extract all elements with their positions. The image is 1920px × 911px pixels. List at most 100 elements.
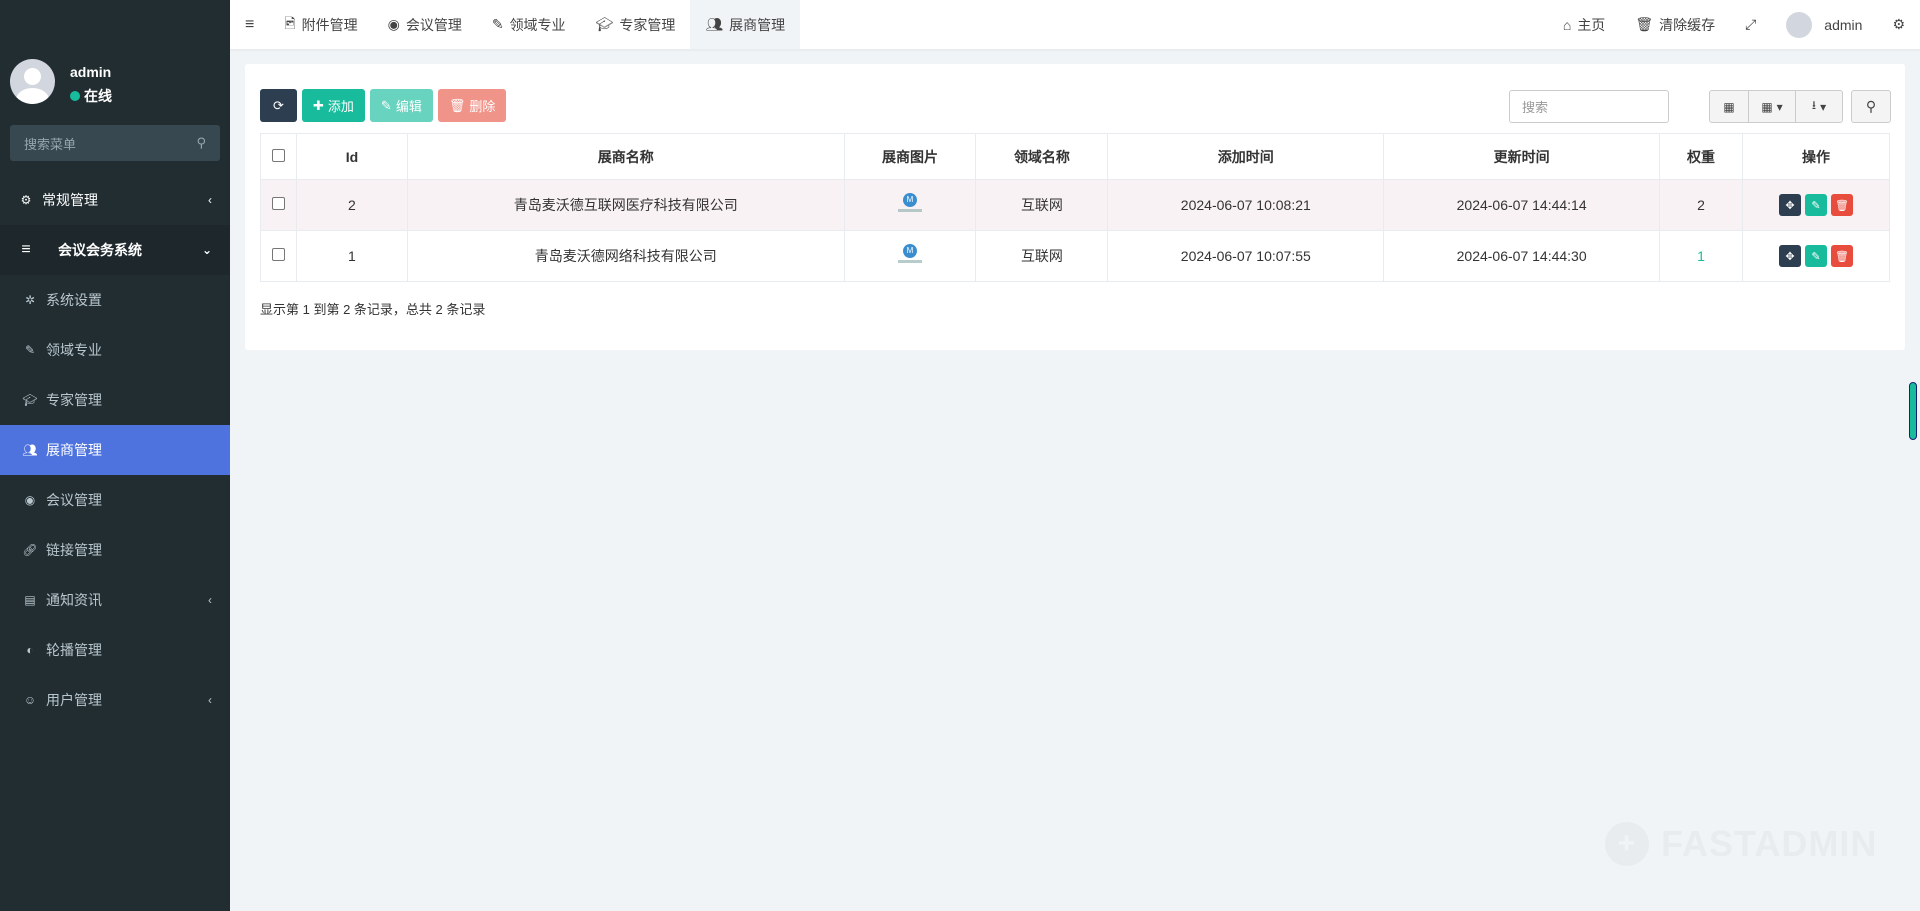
row-edit-button[interactable]: ✎ <box>1804 194 1827 216</box>
row-delete-button[interactable]: 🗑︎ <box>1830 194 1853 216</box>
exhibitor-logo-image[interactable]: M <box>897 242 923 268</box>
chevron-down-icon: ⌄ <box>201 243 212 257</box>
sidebar-item-label: 系统设置 <box>46 292 102 308</box>
trash-icon: 🗑︎ <box>1835 199 1849 212</box>
col-header[interactable]: 权重 <box>1659 133 1743 180</box>
fullscreen-button[interactable]: ⤢ <box>1730 0 1771 49</box>
sidebar-item-experts[interactable]: 🎓︎ 专家管理 <box>0 375 230 425</box>
sidebar-item-meetings[interactable]: ◉ 会议管理 <box>0 475 230 525</box>
updated-cell: 2024-06-07 14:44:30 <box>1383 230 1661 282</box>
graduation-cap-icon: 🎓︎ <box>595 16 614 32</box>
graduation-cap-icon: 🎓︎ <box>22 393 38 407</box>
col-header: 操作 <box>1741 133 1891 180</box>
drag-sort-button[interactable]: ✥ <box>1778 245 1801 267</box>
col-header[interactable]: 展商名称 <box>406 133 845 180</box>
row-checkbox[interactable] <box>271 248 285 261</box>
avatar <box>10 59 55 104</box>
sidebar-item-general[interactable]: ⚙ 常规管理 ‹ <box>0 175 230 225</box>
delete-button[interactable]: 🗑︎ 删除 <box>437 89 507 122</box>
updated-cell: 2024-06-07 14:44:14 <box>1383 179 1661 231</box>
scroll-indicator[interactable] <box>1909 382 1917 440</box>
image-cell: M <box>843 179 977 231</box>
row-edit-button[interactable]: ✎ <box>1804 245 1827 267</box>
sidebar-toggle-button[interactable]: ≡ <box>230 0 269 49</box>
newspaper-icon: ▤ <box>24 593 36 607</box>
select-all-cell <box>260 133 297 180</box>
arrows-icon: ✥ <box>1785 250 1795 263</box>
col-header[interactable]: 领域名称 <box>975 133 1109 180</box>
table-tools: ▦ ▦ ▾ ⭳ ▾ <box>1709 90 1843 123</box>
pencil-icon: ✎ <box>24 343 36 357</box>
row-delete-button[interactable]: 🗑︎ <box>1830 245 1853 267</box>
pencil-icon: ✎ <box>1811 250 1821 263</box>
field-cell: 互联网 <box>975 179 1109 231</box>
weight-cell[interactable]: 2 <box>1659 179 1743 231</box>
table-row[interactable]: 1 青岛麦沃德网络科技有限公司 M 互联网 2024-06-07 10:07:5… <box>260 230 1891 282</box>
chevron-left-icon: ‹ <box>208 193 212 207</box>
sidebar-item-label: 常规管理 <box>42 192 98 208</box>
tab-fields[interactable]: ✎ 领域专业 <box>477 0 581 49</box>
advanced-search-button[interactable]: ⚲ <box>1851 90 1891 123</box>
col-header[interactable]: 展商图片 <box>843 133 977 180</box>
weight-cell[interactable]: 1 <box>1659 230 1743 282</box>
export-button[interactable]: ⭳ ▾ <box>1795 90 1843 123</box>
col-header[interactable]: Id <box>295 133 408 180</box>
user-name: admin <box>70 64 112 80</box>
select-all-checkbox[interactable] <box>271 148 285 162</box>
edit-button[interactable]: ✎ 编辑 <box>369 89 433 122</box>
tab-exhibitors[interactable]: 👥︎ 展商管理 <box>690 0 801 49</box>
refresh-icon: ⟳ <box>273 97 284 113</box>
drag-sort-button[interactable]: ✥ <box>1778 194 1801 216</box>
name-cell: 青岛麦沃德互联网医疗科技有限公司 <box>406 179 845 231</box>
search-placeholder: 搜索 <box>1522 100 1549 115</box>
menu-search-input[interactable]: 搜索菜单 ⚲ <box>10 125 220 161</box>
tab-attachments[interactable]: 🖻︎ 附件管理 <box>269 0 372 49</box>
tab-label: 附件管理 <box>301 16 358 33</box>
columns-button[interactable]: ▦ ▾ <box>1748 90 1796 123</box>
table-search-input[interactable]: 搜索 <box>1509 90 1669 123</box>
chevron-left-icon: ‹ <box>208 693 212 707</box>
exhibitor-logo-image[interactable]: M <box>897 191 923 217</box>
menu-search-placeholder: 搜索菜单 <box>24 136 77 152</box>
sidebar-item-news[interactable]: ▤ 通知资讯 ‹ <box>0 575 230 625</box>
bars-icon: ≡ <box>21 241 31 258</box>
image-cell: M <box>843 230 977 282</box>
users-icon: 👥︎ <box>22 443 38 457</box>
col-header[interactable]: 添加时间 <box>1107 133 1385 180</box>
tab-label: 展商管理 <box>729 16 786 33</box>
users-icon: 👥︎ <box>705 16 724 32</box>
sidebar-item-carousel[interactable]: ◐ 轮播管理 <box>0 625 230 675</box>
pencil-icon: ✎ <box>1811 199 1821 212</box>
home-link[interactable]: ⌂ 主页 <box>1548 0 1620 49</box>
sidebar-item-users[interactable]: ☺ 用户管理 ‹ <box>0 675 230 725</box>
sidebar-item-exhibitors[interactable]: 👥︎ 展商管理 <box>0 425 230 475</box>
col-header[interactable]: 更新时间 <box>1383 133 1661 180</box>
add-button[interactable]: ✚ 添加 <box>302 89 365 122</box>
sidebar-item-label: 通知资讯 <box>46 592 102 608</box>
file-image-icon: 🖻︎ <box>284 14 296 31</box>
admin-menu[interactable]: admin <box>1771 0 1877 49</box>
clear-cache-label: 清除缓存 <box>1659 16 1716 33</box>
sidebar-item-fields[interactable]: ✎ 领域专业 <box>0 325 230 375</box>
chrome-icon: ◉ <box>387 16 400 32</box>
created-cell: 2024-06-07 10:08:21 <box>1107 179 1385 231</box>
gear-icon: ✲ <box>24 293 36 307</box>
tab-meetings[interactable]: ◉ 会议管理 <box>373 0 477 49</box>
sidebar-item-settings[interactable]: ✲ 系统设置 <box>0 275 230 325</box>
toggle-view-button[interactable]: ▦ <box>1709 90 1749 123</box>
refresh-button[interactable]: ⟳ <box>260 89 297 122</box>
row-checkbox[interactable] <box>271 197 285 210</box>
expand-icon: ⤢ <box>1745 16 1757 32</box>
ops-cell: ✥ ✎ 🗑︎ <box>1741 230 1891 282</box>
tab-experts[interactable]: 🎓︎ 专家管理 <box>581 0 691 49</box>
table-row[interactable]: 2 青岛麦沃德互联网医疗科技有限公司 M 互联网 2024-06-07 10:0… <box>260 179 1891 231</box>
sidebar-item-label: 会议管理 <box>46 492 102 508</box>
edit-label: 编辑 <box>395 99 422 114</box>
fastadmin-logo-icon: + <box>1605 822 1649 866</box>
download-icon: ⭳ <box>1811 98 1817 112</box>
clear-cache-button[interactable]: 🗑︎ 清除缓存 <box>1620 0 1730 49</box>
sidebar-item-label: 轮播管理 <box>46 642 102 658</box>
sidebar-item-links[interactable]: 🔗︎ 链接管理 <box>0 525 230 575</box>
control-sidebar-button[interactable]: ⚙ <box>1877 0 1920 49</box>
sidebar-item-meeting-system[interactable]: ≡ 会议会务系统 ⌄ <box>0 225 230 275</box>
